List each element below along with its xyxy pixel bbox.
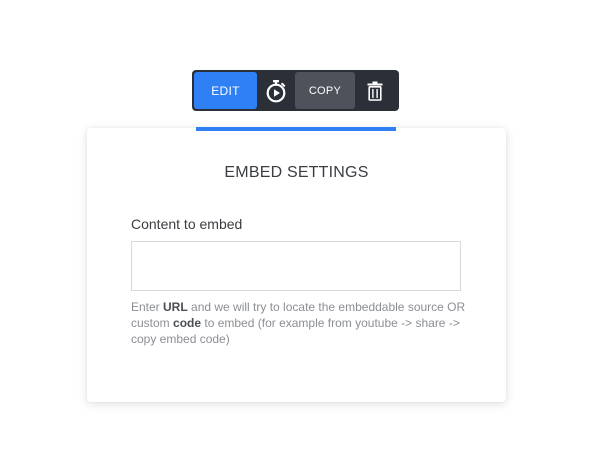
content-to-embed-input[interactable] [131, 241, 461, 291]
trash-icon [367, 81, 383, 101]
stopwatch-icon [266, 79, 286, 102]
element-toolbar: EDIT COPY [192, 70, 399, 111]
content-to-embed-label: Content to embed [131, 216, 243, 232]
panel-title: EMBED SETTINGS [224, 164, 369, 181]
selection-accent-bar [196, 127, 396, 131]
timer-button[interactable] [257, 72, 295, 109]
help-text: Enter URL and we will try to locate the … [131, 299, 471, 347]
embed-settings-panel: EMBED SETTINGS Content to embed Enter UR… [87, 128, 506, 402]
help-code-keyword: code [173, 316, 202, 330]
help-text-part1: Enter [131, 300, 164, 314]
delete-button[interactable] [355, 72, 395, 109]
help-url-keyword: URL [163, 300, 188, 314]
copy-button[interactable]: COPY [295, 72, 355, 109]
stage: EDIT COPY EMBED SETTINGS Content to embe… [0, 0, 615, 476]
edit-button[interactable]: EDIT [194, 72, 257, 109]
